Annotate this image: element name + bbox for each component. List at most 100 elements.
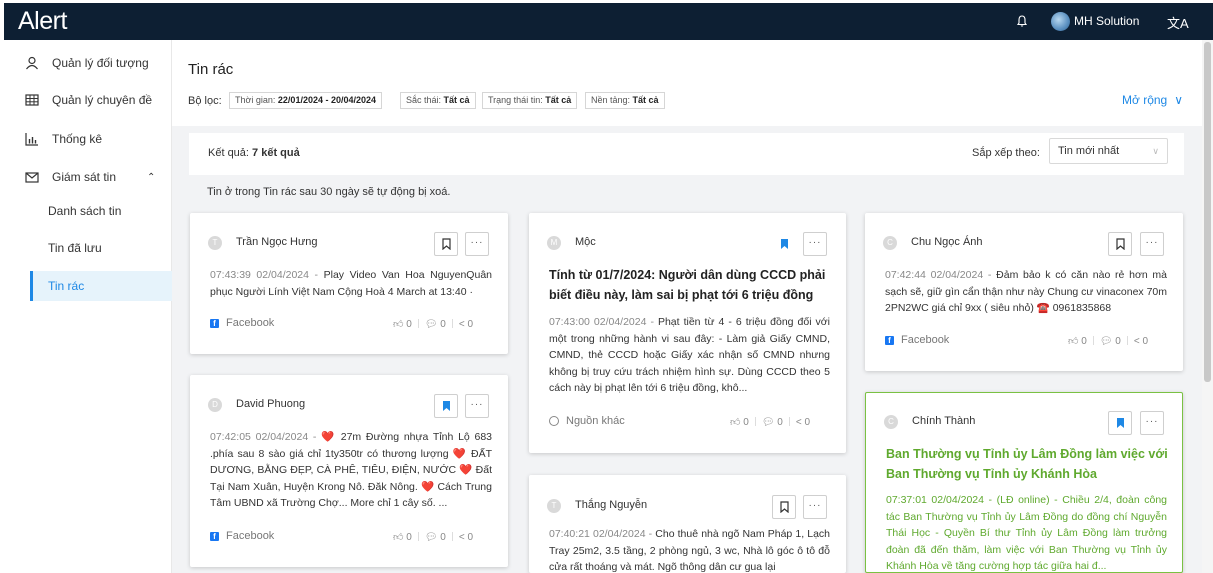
sidebar: Quản lý đối tượng Quản lý chuyên đề Thốn…	[4, 40, 172, 573]
post-time: 07:37:01 02/04/2024 -	[886, 494, 997, 506]
post-source[interactable]: f Facebook	[210, 530, 274, 542]
post-text: 07:42:44 02/04/2024 - Đảm bảo k có căn n…	[885, 267, 1167, 317]
author-avatar: T	[547, 499, 561, 513]
scrollbar[interactable]	[1202, 40, 1213, 573]
main-content: Tin rác Bộ lọc: Thời gian: 22/01/2024 - …	[172, 40, 1202, 573]
more-button[interactable]: ···	[803, 232, 827, 256]
post-stats: 👍︎ 0 💬︎ 0 < 0	[730, 417, 811, 428]
comment-count: 0	[440, 319, 446, 330]
bookmark-button[interactable]	[434, 232, 458, 256]
more-button[interactable]: ···	[1140, 411, 1164, 435]
author-name[interactable]: Chính Thành	[912, 415, 975, 427]
chip-value: Tất cả	[632, 95, 659, 105]
results-value: 7 kết quả	[252, 147, 300, 159]
language-icon[interactable]: 文A	[1167, 13, 1189, 32]
bookmark-filled-icon	[1117, 418, 1124, 428]
author-avatar: C	[883, 236, 897, 250]
sidebar-item-label: Tin đã lưu	[48, 241, 102, 255]
bookmark-icon	[780, 501, 789, 513]
post-time: 07:42:44 02/04/2024 -	[885, 269, 997, 281]
author-name[interactable]: Chu Ngọc Ánh	[911, 236, 983, 248]
sidebar-item-label: Quản lý chuyên đề	[52, 93, 153, 107]
table-icon	[25, 94, 39, 106]
post-text: 07:42:05 02/04/2024 - ❤️ 27m Đường nhựa …	[210, 429, 492, 512]
share-count: 0	[467, 319, 474, 330]
facebook-icon: f	[885, 335, 894, 345]
post-stats: 👍︎ 0 💬︎ 0 < 0	[1068, 336, 1149, 347]
post-stats: 👍︎ 0 💬︎ 0 < 0	[393, 532, 474, 543]
filter-chip-status[interactable]: Trạng thái tin: Tất cả	[482, 92, 578, 109]
chevron-up-icon[interactable]: ⌃	[147, 172, 155, 183]
news-card[interactable]: D David Phuong ··· 07:42:05 02/04/2024 -…	[190, 375, 508, 567]
chip-key: Sắc thái:	[406, 95, 444, 105]
sidebar-item-tin-da-luu[interactable]: Tin đã lưu	[30, 233, 172, 263]
post-time: 07:40:21 02/04/2024 -	[549, 528, 656, 540]
sidebar-item-thong-ke[interactable]: Thống kê	[4, 124, 172, 154]
post-title[interactable]: Ban Thường vụ Tỉnh ủy Lâm Đồng làm việc …	[886, 444, 1168, 484]
source-label: Facebook	[901, 334, 950, 346]
bookmark-button[interactable]	[1108, 411, 1132, 435]
results-prefix: Kết quả:	[208, 147, 253, 159]
author-name[interactable]: Trần Ngọc Hưng	[236, 236, 318, 248]
comment-count: 0	[1115, 336, 1121, 347]
news-card[interactable]: T Thắng Nguyễn ··· 07:40:21 02/04/2024 -…	[529, 475, 846, 573]
author-name[interactable]: David Phuong	[236, 398, 305, 410]
chip-value: Tất cả	[545, 95, 572, 105]
news-card[interactable]: T Trần Ngọc Hưng ··· 07:43:39 02/04/2024…	[190, 213, 508, 354]
bookmark-button[interactable]	[772, 232, 796, 256]
facebook-icon: f	[210, 318, 219, 328]
sidebar-item-giam-sat-tin[interactable]: Giám sát tin ⌃	[4, 162, 172, 192]
like-count: 0	[406, 319, 412, 330]
source-label: Facebook	[226, 317, 275, 329]
news-card[interactable]: C Chính Thành ··· Ban Thường vụ Tỉnh ủy …	[865, 392, 1183, 573]
sidebar-item-tin-rac[interactable]: Tin rác	[30, 271, 172, 301]
post-text: 07:37:01 02/04/2024 - (LĐ online) - Chiề…	[886, 492, 1167, 572]
expand-label: Mở rộng	[1122, 93, 1168, 107]
filter-label: Bộ lọc:	[188, 95, 222, 107]
bookmark-filled-icon	[443, 401, 450, 411]
share-count: 0	[804, 417, 811, 428]
sidebar-item-label: Tin rác	[48, 279, 85, 293]
bell-icon[interactable]	[1015, 14, 1029, 28]
author-avatar: T	[208, 236, 222, 250]
chip-value: Tất cả	[443, 95, 470, 105]
news-card[interactable]: C Chu Ngọc Ánh ··· 07:42:44 02/04/2024 -…	[865, 213, 1183, 371]
sidebar-item-quan-ly-doi-tuong[interactable]: Quản lý đối tượng	[4, 48, 172, 78]
post-title[interactable]: Tính từ 01/7/2024: Người dân dùng CCCD p…	[549, 265, 829, 305]
post-source[interactable]: f Facebook	[885, 334, 949, 346]
mail-icon	[25, 172, 39, 183]
user-name[interactable]: MH Solution	[1074, 14, 1139, 28]
filter-chip-time[interactable]: Thời gian: 22/01/2024 - 20/04/2024	[229, 92, 383, 109]
comment-count: 0	[440, 532, 446, 543]
post-time: 07:43:00 02/04/2024 -	[549, 316, 658, 328]
bookmark-icon	[442, 238, 451, 250]
post-source[interactable]: Nguồn khác	[549, 415, 625, 427]
author-avatar: M	[547, 236, 561, 250]
bookmark-button[interactable]	[1108, 232, 1132, 256]
filter-chip-sentiment[interactable]: Sắc thái: Tất cả	[400, 92, 476, 109]
news-card[interactable]: M Mộc ··· Tính từ 01/7/2024: Người dân d…	[529, 213, 846, 453]
sort-select[interactable]: Tin mới nhất ∨	[1049, 138, 1168, 164]
scrollbar-thumb[interactable]	[1204, 42, 1211, 382]
bookmark-button[interactable]	[772, 495, 796, 519]
author-name[interactable]: Thắng Nguyễn	[575, 499, 647, 511]
author-name[interactable]: Mộc	[575, 236, 596, 248]
more-button[interactable]: ···	[465, 394, 489, 418]
filter-chip-platform[interactable]: Nền tảng: Tất cả	[585, 92, 665, 109]
sidebar-item-quan-ly-chuyen-de[interactable]: Quản lý chuyên đề	[4, 85, 172, 115]
chip-key: Trạng thái tin:	[488, 95, 546, 105]
post-source[interactable]: f Facebook	[210, 317, 274, 329]
app-logo[interactable]: Alert	[18, 7, 67, 36]
results-count: Kết quả: 7 kết quả	[208, 147, 300, 159]
chip-value: 22/01/2024 - 20/04/2024	[277, 95, 377, 105]
author-avatar: D	[208, 398, 222, 412]
more-button[interactable]: ···	[1140, 232, 1164, 256]
expand-button[interactable]: Mở rộng ∨	[1122, 93, 1183, 107]
comment-count: 0	[777, 417, 783, 428]
bar-chart-icon	[25, 133, 38, 146]
avatar[interactable]	[1051, 12, 1070, 31]
more-button[interactable]: ···	[803, 495, 827, 519]
sidebar-item-danh-sach-tin[interactable]: Danh sách tin	[30, 196, 172, 226]
more-button[interactable]: ···	[465, 232, 489, 256]
bookmark-button[interactable]	[434, 394, 458, 418]
